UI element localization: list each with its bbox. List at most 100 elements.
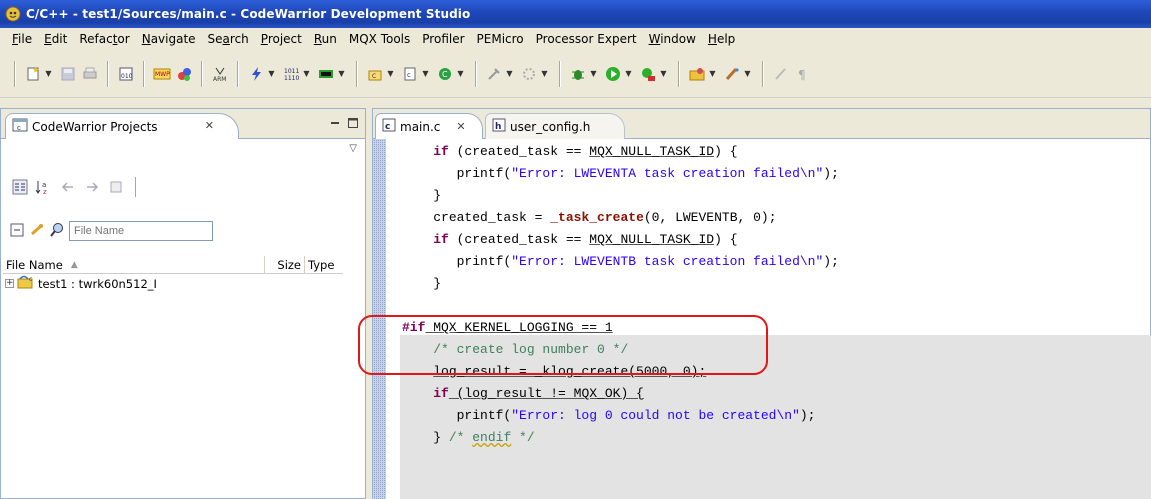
tab-codewarrior-projects[interactable]: c CodeWarrior Projects ✕ [5, 113, 239, 139]
search-icon[interactable] [721, 63, 743, 85]
external-tools-icon[interactable] [637, 63, 659, 85]
code-text[interactable]: if (created_task == MQX_NULL_TASK_ID) { … [402, 141, 839, 449]
binary-icon[interactable]: 010 [115, 63, 137, 85]
clean-icon[interactable] [518, 63, 540, 85]
open-type-icon[interactable] [686, 63, 708, 85]
save-icon[interactable] [57, 63, 79, 85]
run-icon[interactable] [602, 63, 624, 85]
editor-tab-bar: c main.c ✕ h user_config.h [373, 109, 1150, 139]
sort-icon[interactable]: az [35, 178, 53, 196]
maximize-icon[interactable] [347, 117, 359, 129]
tab-user-config-h[interactable]: h user_config.h [485, 113, 625, 139]
column-header-file-name[interactable]: File Name ▲ [3, 255, 265, 274]
register-icon[interactable] [315, 63, 337, 85]
forward-arrow-icon[interactable] [83, 178, 101, 196]
close-icon[interactable]: ✕ [205, 119, 214, 132]
print-icon[interactable] [79, 63, 101, 85]
collapse-all-icon[interactable] [11, 178, 29, 196]
new-icon[interactable] [22, 63, 44, 85]
menu-project[interactable]: Project [255, 32, 308, 46]
menu-navigate[interactable]: Navigate [136, 32, 202, 46]
open-type-dropdown[interactable]: ▼ [708, 63, 717, 85]
memory-dropdown[interactable]: ▼ [302, 63, 311, 85]
arm-icon[interactable]: ARM [209, 63, 231, 85]
collapse-icon[interactable] [9, 222, 25, 241]
link-editor-icon[interactable] [29, 222, 45, 241]
h-file-icon: h [492, 118, 506, 135]
build-all-icon[interactable] [483, 63, 505, 85]
toolbar-separator [143, 60, 145, 87]
debug-dropdown[interactable]: ▼ [589, 63, 598, 85]
code-line: } /* endif */ [433, 430, 535, 445]
projects-view-icon: c [12, 118, 28, 135]
menu-help[interactable]: Help [702, 32, 741, 46]
mwp-icon[interactable]: MWP [151, 63, 173, 85]
projects-tab-label: CodeWarrior Projects [32, 119, 158, 134]
new-class-dropdown[interactable]: ▼ [456, 63, 465, 85]
memory-icon[interactable]: 1011 1110 [280, 63, 302, 85]
home-icon[interactable] [107, 178, 125, 196]
code-line: printf("Error: log 0 could not be create… [456, 408, 816, 423]
paragraph-icon[interactable]: ¶ [792, 63, 814, 85]
build-dropdown[interactable]: ▼ [267, 63, 276, 85]
view-menu-icon[interactable]: ▽ [349, 143, 357, 154]
svg-text:c: c [29, 276, 32, 283]
new-project-dropdown[interactable]: ▼ [386, 63, 395, 85]
codewarrior-app-icon[interactable] [4, 5, 22, 23]
svg-text:h: h [495, 122, 501, 132]
new-project-icon[interactable]: C [364, 63, 386, 85]
new-dropdown[interactable]: ▼ [44, 63, 53, 85]
tab-main-c[interactable]: c main.c ✕ [375, 113, 483, 139]
menu-processor-expert[interactable]: Processor Expert [530, 32, 643, 46]
toolbar-separator [356, 60, 358, 87]
wizard-icon[interactable] [173, 63, 195, 85]
toolbar-separator [14, 60, 16, 87]
clean-dropdown[interactable]: ▼ [540, 63, 549, 85]
new-source-icon[interactable]: c [399, 63, 421, 85]
new-source-dropdown[interactable]: ▼ [421, 63, 430, 85]
code-line: } [433, 276, 442, 291]
find-icon[interactable] [49, 222, 65, 241]
back-arrow-icon[interactable] [59, 178, 77, 196]
build-icon[interactable] [245, 63, 267, 85]
minimize-icon[interactable] [329, 117, 341, 129]
code-line: if (created_task == MQX_NULL_TASK_ID) { [433, 232, 738, 247]
external-tools-dropdown[interactable]: ▼ [659, 63, 668, 85]
menu-run[interactable]: Run [308, 32, 343, 46]
menu-profiler[interactable]: Profiler [416, 32, 470, 46]
toolbar-separator [762, 60, 764, 87]
close-icon[interactable]: ✕ [456, 120, 465, 133]
toggle-icon[interactable] [770, 63, 792, 85]
tree-item-label: test1 : twrk60n512_I [38, 276, 157, 291]
menu-pemicro[interactable]: PEMicro [471, 32, 530, 46]
expand-icon[interactable]: + [5, 279, 14, 288]
svg-text:MWP: MWP [155, 71, 170, 78]
menu-file[interactable]: File [6, 32, 38, 46]
menu-edit[interactable]: Edit [38, 32, 73, 46]
toolbar-separator [237, 60, 239, 87]
code-line: printf("Error: LWEVENTB task creation fa… [456, 254, 839, 269]
new-class-icon[interactable]: C [434, 63, 456, 85]
column-size-label: Size [277, 257, 301, 272]
tree-item-test1[interactable]: + c test1 : twrk60n512_I [5, 275, 157, 292]
toolbar-separator [678, 60, 680, 87]
debug-icon[interactable] [567, 63, 589, 85]
svg-text:1110: 1110 [284, 75, 299, 82]
menu-mqx-tools[interactable]: MQX Tools [343, 32, 416, 46]
svg-text:C: C [372, 73, 376, 80]
svg-text:c: c [407, 71, 411, 79]
search-dropdown[interactable]: ▼ [743, 63, 752, 85]
menu-search[interactable]: Search [202, 32, 255, 46]
column-type-label: Type [308, 257, 335, 272]
menu-bar: File Edit Refactor Navigate Search Project Run… [0, 28, 1151, 50]
file-name-filter-input[interactable] [69, 221, 213, 241]
build-all-dropdown[interactable]: ▼ [505, 63, 514, 85]
column-header-size[interactable]: Size [265, 255, 305, 274]
register-dropdown[interactable]: ▼ [337, 63, 346, 85]
menu-refactor[interactable]: Refactor [73, 32, 135, 46]
menu-window[interactable]: Window [643, 32, 702, 46]
column-header-type[interactable]: Type [305, 256, 343, 274]
code-line: printf("Error: LWEVENTA task creation fa… [456, 166, 839, 181]
column-header-row: File Name ▲ Size Type [3, 255, 343, 274]
run-dropdown[interactable]: ▼ [624, 63, 633, 85]
